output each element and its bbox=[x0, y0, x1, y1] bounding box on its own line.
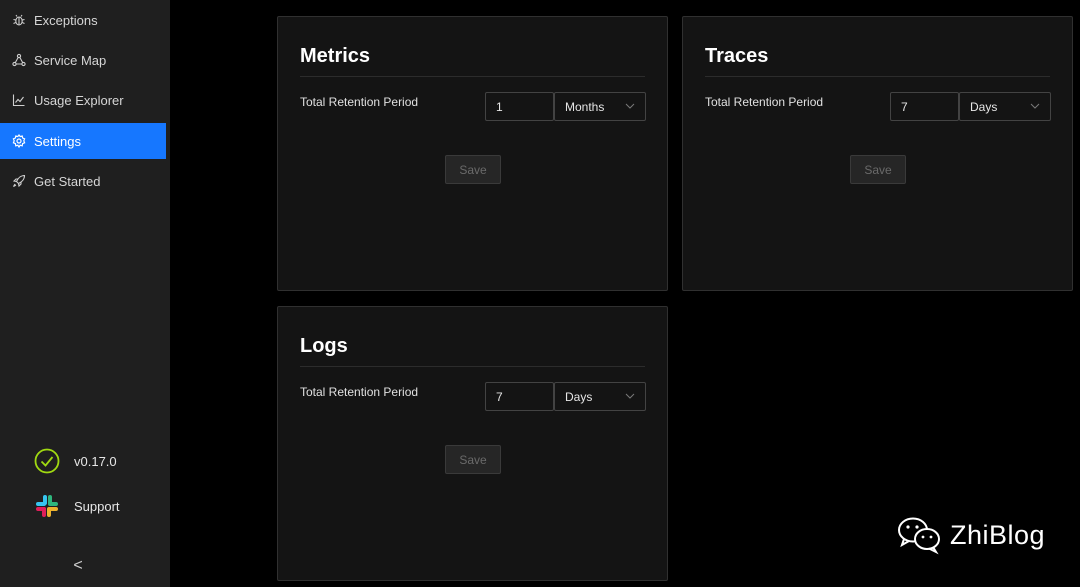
card-divider bbox=[300, 366, 645, 367]
metrics-card: Metrics Total Retention Period Months Sa… bbox=[277, 16, 668, 291]
retention-period-label: Total Retention Period bbox=[300, 95, 419, 109]
metrics-save-button[interactable]: Save bbox=[445, 155, 501, 184]
sidebar-item-label: Usage Explorer bbox=[34, 92, 124, 108]
unit-select-value: Days bbox=[565, 389, 593, 404]
retention-period-label: Total Retention Period bbox=[705, 95, 824, 109]
gear-icon bbox=[12, 134, 26, 148]
line-chart-icon bbox=[12, 93, 26, 107]
sidebar-item-label: Exceptions bbox=[34, 12, 98, 28]
version-indicator: v0.17.0 bbox=[34, 448, 117, 474]
sidebar-item-exceptions[interactable]: Exceptions bbox=[0, 2, 166, 38]
service-map-icon bbox=[12, 53, 26, 67]
chevron-down-icon bbox=[1030, 101, 1040, 111]
traces-unit-select[interactable]: Days bbox=[959, 92, 1051, 121]
unit-select-value: Months bbox=[565, 99, 605, 114]
logs-save-button[interactable]: Save bbox=[445, 445, 501, 474]
version-label: v0.17.0 bbox=[74, 453, 117, 469]
card-divider bbox=[705, 76, 1050, 77]
collapse-sidebar-button[interactable]: < bbox=[70, 554, 86, 578]
sidebar-item-label: Service Map bbox=[34, 52, 107, 68]
bug-icon bbox=[12, 13, 26, 27]
wechat-icon bbox=[896, 515, 942, 555]
chevron-down-icon bbox=[625, 391, 635, 401]
sidebar-item-service-map[interactable]: Service Map bbox=[0, 42, 166, 78]
retention-period-label: Total Retention Period bbox=[300, 385, 419, 399]
sidebar-item-get-started[interactable]: Get Started bbox=[0, 163, 166, 199]
logs-unit-select[interactable]: Days bbox=[554, 382, 646, 411]
card-divider bbox=[300, 76, 645, 77]
sidebar-item-settings[interactable]: Settings bbox=[0, 123, 166, 159]
check-circle-icon bbox=[34, 448, 60, 474]
card-title: Metrics bbox=[300, 45, 371, 67]
rocket-icon bbox=[12, 174, 26, 188]
sidebar-item-label: Settings bbox=[34, 133, 81, 149]
app-root: Exceptions Service Map Usage Explorer Se… bbox=[0, 0, 1080, 587]
metrics-unit-select[interactable]: Months bbox=[554, 92, 646, 121]
sidebar-item-label: Get Started bbox=[34, 173, 101, 189]
traces-card: Traces Total Retention Period Days Save bbox=[682, 16, 1073, 291]
chevron-down-icon bbox=[625, 101, 635, 111]
card-title: Traces bbox=[705, 45, 769, 67]
metrics-retention-input[interactable] bbox=[485, 92, 554, 121]
sidebar-item-usage-explorer[interactable]: Usage Explorer bbox=[0, 82, 166, 118]
card-title: Logs bbox=[300, 335, 348, 357]
traces-save-button[interactable]: Save bbox=[850, 155, 906, 184]
traces-retention-input[interactable] bbox=[890, 92, 959, 121]
unit-select-value: Days bbox=[970, 99, 998, 114]
support-label: Support bbox=[74, 498, 120, 514]
watermark-text: ZhiBlog bbox=[950, 519, 1046, 550]
slack-icon bbox=[34, 493, 60, 519]
logs-retention-input[interactable] bbox=[485, 382, 554, 411]
support-link[interactable]: Support bbox=[34, 493, 120, 519]
logs-card: Logs Total Retention Period Days Save bbox=[277, 306, 668, 581]
sidebar: Exceptions Service Map Usage Explorer Se… bbox=[0, 0, 170, 587]
watermark: ZhiBlog bbox=[896, 515, 1045, 555]
